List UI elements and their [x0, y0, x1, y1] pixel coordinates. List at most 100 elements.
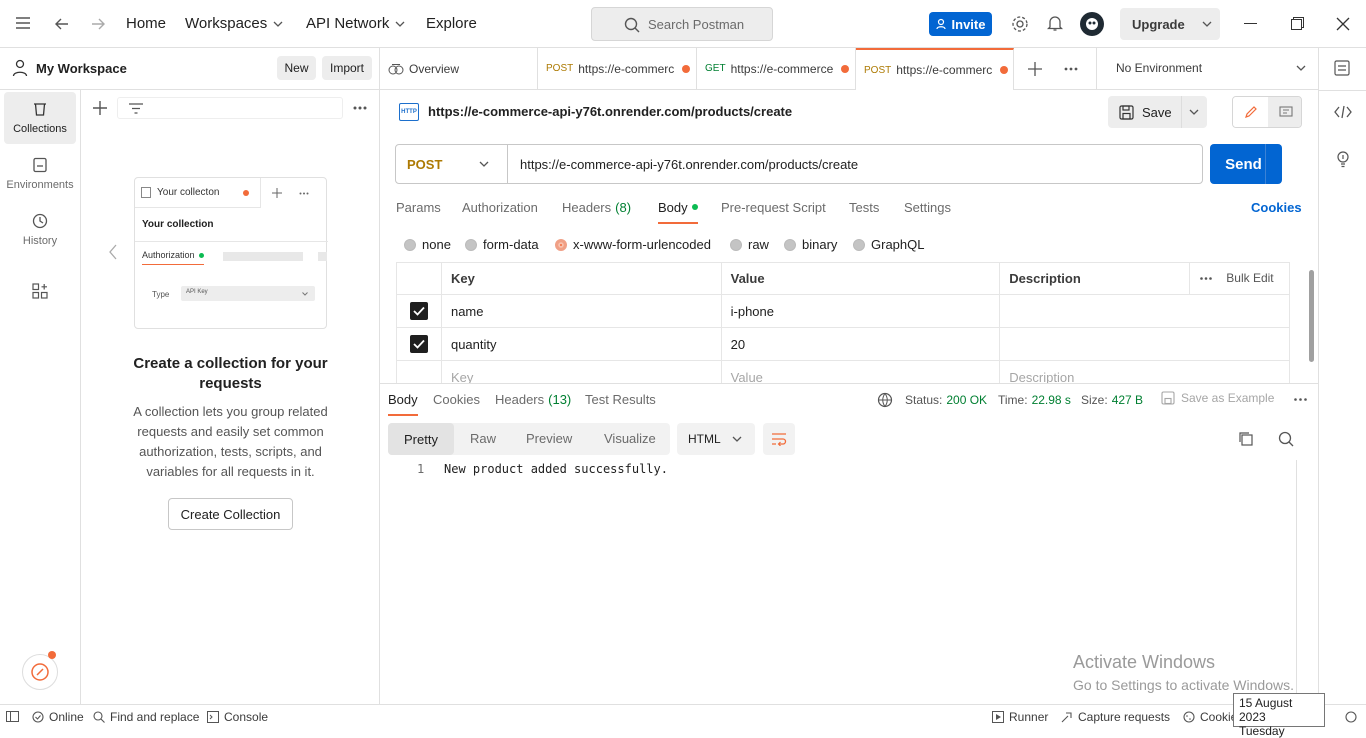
checkbox-checked[interactable]: [410, 335, 428, 353]
console-button[interactable]: Console: [207, 710, 268, 724]
tab-request[interactable]: POST https://e-commerc: [538, 48, 697, 89]
chevron-down-icon[interactable]: [1288, 161, 1298, 167]
body-mode-binary[interactable]: binary: [784, 237, 837, 252]
code-icon[interactable]: [1334, 105, 1352, 119]
method-select[interactable]: POST: [396, 145, 508, 183]
online-status[interactable]: Online: [32, 710, 84, 724]
bootcamp-icon[interactable]: [22, 651, 58, 690]
grid-plus-icon[interactable]: [32, 283, 48, 299]
tabs-more-icon[interactable]: [1064, 67, 1078, 71]
save-button[interactable]: Save: [1108, 96, 1182, 128]
runner-button[interactable]: Runner: [992, 710, 1048, 724]
nav-workspaces[interactable]: Workspaces: [185, 15, 283, 32]
response-tab-test-results[interactable]: Test Results: [585, 392, 656, 407]
new-tab-plus-icon[interactable]: [1028, 62, 1042, 76]
value-placeholder[interactable]: Value: [720, 360, 1001, 383]
edit-pencil-icon[interactable]: [1233, 97, 1268, 127]
capture-requests-button[interactable]: Capture requests: [1061, 710, 1170, 724]
more-options-icon[interactable]: [353, 106, 367, 110]
avatar[interactable]: [1080, 12, 1104, 36]
language-select[interactable]: HTML: [677, 423, 755, 455]
more-options-icon[interactable]: [1200, 277, 1213, 280]
tab-overview[interactable]: Overview: [380, 48, 538, 89]
more-options-icon[interactable]: [1294, 398, 1307, 401]
row-value[interactable]: 20: [720, 327, 1001, 361]
sidebar-item-history[interactable]: History: [4, 204, 76, 256]
chevron-left-icon[interactable]: [108, 244, 118, 260]
body-mode-urlencoded[interactable]: x-www-form-urlencoded: [555, 237, 711, 252]
row-description[interactable]: [999, 327, 1290, 361]
row-description[interactable]: [999, 294, 1290, 328]
cookies-label: Cookie: [1200, 710, 1238, 724]
tab-body[interactable]: Body: [658, 200, 698, 224]
restore-icon[interactable]: [1291, 17, 1304, 30]
back-arrow-icon[interactable]: [54, 16, 70, 32]
settings-gear-icon[interactable]: [1011, 15, 1029, 33]
send-button[interactable]: Send: [1210, 144, 1266, 184]
tab-settings[interactable]: Settings: [904, 200, 951, 215]
row-key[interactable]: name: [440, 294, 722, 328]
more-options-icon: [299, 192, 309, 195]
close-icon[interactable]: [1336, 17, 1350, 31]
body-mode-none[interactable]: none: [404, 237, 451, 252]
filter-input[interactable]: [117, 97, 343, 119]
help-icon[interactable]: [1345, 711, 1357, 723]
wrap-lines-button[interactable]: [763, 423, 795, 455]
environment-quicklook-icon[interactable]: [1334, 60, 1350, 76]
chevron-down-icon[interactable]: [1189, 109, 1199, 115]
row-value[interactable]: i-phone: [720, 294, 1001, 328]
tab-headers[interactable]: Headers (8): [562, 200, 631, 215]
cookies-link[interactable]: Cookies: [1251, 200, 1302, 215]
scrollbar-thumb[interactable]: [1309, 270, 1314, 362]
globe-network-icon[interactable]: [877, 392, 894, 408]
comment-icon[interactable]: [1268, 97, 1301, 127]
notification-bell-icon[interactable]: [1047, 14, 1063, 32]
find-replace-button[interactable]: Find and replace: [93, 710, 199, 724]
checkbox-checked[interactable]: [410, 302, 428, 320]
add-collection-plus-icon[interactable]: [93, 101, 107, 115]
environment-select[interactable]: No Environment: [1096, 48, 1318, 89]
invite-button[interactable]: Invite: [929, 12, 992, 36]
nav-explore[interactable]: Explore: [426, 15, 477, 32]
response-tab-cookies[interactable]: Cookies: [433, 392, 480, 407]
bulk-edit-link[interactable]: Bulk Edit: [1226, 271, 1273, 285]
format-preview[interactable]: Preview: [526, 431, 572, 446]
response-tab-headers[interactable]: Headers (13): [495, 392, 571, 407]
tab-request-active[interactable]: POST https://e-commerc: [856, 48, 1014, 90]
chevron-down-icon: [302, 292, 308, 296]
new-button[interactable]: New: [277, 56, 316, 80]
lightbulb-icon[interactable]: [1335, 150, 1351, 168]
format-raw[interactable]: Raw: [470, 431, 496, 446]
tab-tests[interactable]: Tests: [849, 200, 879, 215]
body-mode-graphql[interactable]: GraphQL: [853, 237, 924, 252]
format-visualize[interactable]: Visualize: [604, 431, 656, 446]
search-icon[interactable]: [1278, 431, 1294, 447]
forward-arrow-icon[interactable]: [90, 16, 106, 32]
tab-prerequest-script[interactable]: Pre-request Script: [721, 200, 826, 215]
copy-icon[interactable]: [1238, 431, 1254, 447]
search-input[interactable]: Search Postman: [591, 7, 773, 41]
format-pretty[interactable]: Pretty: [388, 423, 454, 455]
nav-home[interactable]: Home: [126, 15, 166, 32]
body-mode-raw[interactable]: raw: [730, 237, 769, 252]
tab-authorization[interactable]: Authorization: [462, 200, 538, 215]
minimize-icon[interactable]: [1244, 23, 1257, 24]
tab-params[interactable]: Params: [396, 200, 441, 215]
upgrade-button[interactable]: Upgrade: [1120, 8, 1220, 40]
nav-api-network[interactable]: API Network: [306, 15, 405, 32]
url-input[interactable]: https://e-commerce-api-y76t.onrender.com…: [520, 157, 858, 172]
row-key[interactable]: quantity: [440, 327, 722, 361]
save-as-example-button[interactable]: Save as Example: [1161, 391, 1274, 405]
cookies-button[interactable]: Cookie: [1183, 710, 1237, 724]
tab-request[interactable]: GET https://e-commerce: [697, 48, 856, 89]
sidebar-item-collections[interactable]: Collections: [4, 92, 76, 144]
body-mode-form-data[interactable]: form-data: [465, 237, 539, 252]
key-placeholder[interactable]: Key: [440, 360, 722, 383]
description-placeholder[interactable]: Description: [999, 360, 1290, 383]
import-button[interactable]: Import: [322, 56, 372, 80]
sidebar-item-environments[interactable]: Environments: [4, 148, 76, 200]
sidebar-toggle-icon[interactable]: [6, 711, 19, 722]
response-tab-body[interactable]: Body: [388, 392, 418, 416]
create-collection-button[interactable]: Create Collection: [168, 498, 293, 530]
menu-icon[interactable]: [15, 16, 31, 30]
